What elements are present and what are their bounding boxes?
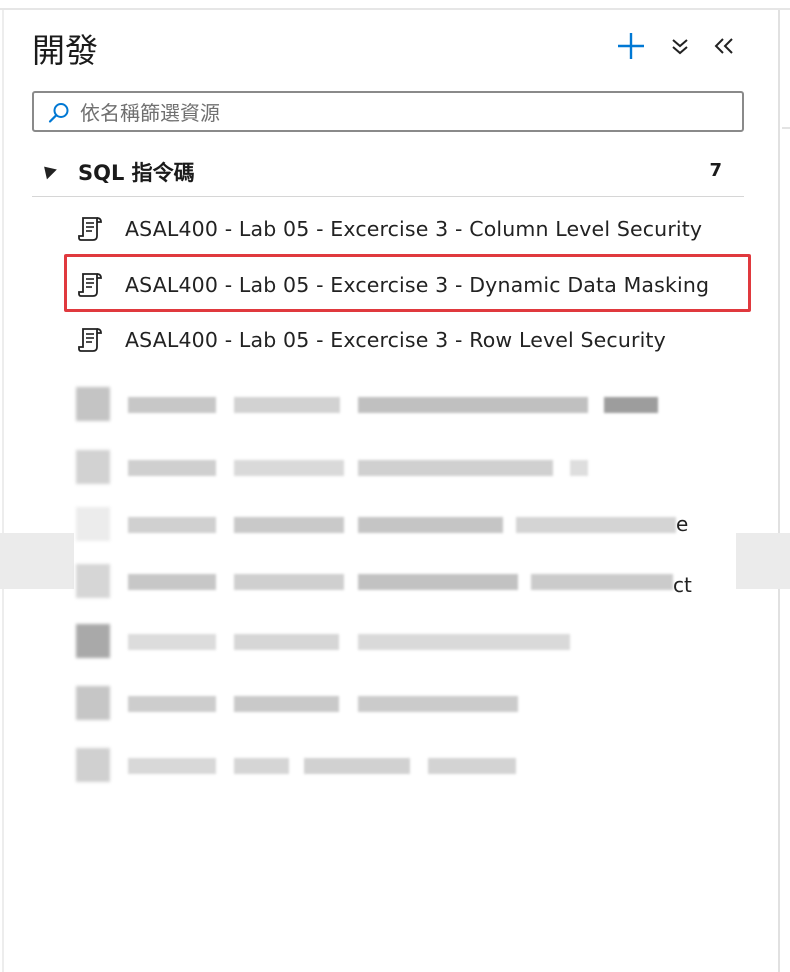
obscured-item[interactable] <box>76 446 716 490</box>
caret-expanded-icon[interactable] <box>39 161 57 180</box>
obscured-text <box>128 517 216 533</box>
obscured-text <box>128 758 216 774</box>
search-box[interactable] <box>32 91 744 132</box>
scroll-band-right <box>736 533 790 589</box>
script-item-column-level-security[interactable]: ASAL400 - Lab 05 - Excercise 3 - Column … <box>70 205 750 253</box>
obscured-text <box>358 634 570 650</box>
obscured-text <box>128 696 216 712</box>
editor-edge-line <box>782 127 790 129</box>
obscured-text <box>358 397 588 413</box>
left-border <box>2 10 4 972</box>
obscured-text <box>304 758 410 774</box>
script-item-row-level-security[interactable]: ASAL400 - Lab 05 - Excercise 3 - Row Lev… <box>70 316 750 364</box>
sql-scripts-group-header[interactable]: SQL 指令碼 7 <box>32 150 744 194</box>
obscured-icon <box>76 507 110 541</box>
script-item-label: ASAL400 - Lab 05 - Excercise 3 - Dynamic… <box>125 273 710 297</box>
obscured-item[interactable] <box>76 682 716 726</box>
group-label: SQL 指令碼 <box>78 161 195 185</box>
obscured-text <box>128 460 216 476</box>
obscured-icon <box>76 450 110 484</box>
obscured-icon <box>76 624 110 658</box>
obscured-item-trailing-text: e <box>676 512 689 536</box>
search-input[interactable] <box>78 95 732 130</box>
add-resource-button[interactable] <box>613 28 649 64</box>
obscured-text <box>604 397 658 413</box>
obscured-text <box>358 460 553 476</box>
expand-all-button[interactable] <box>662 28 698 64</box>
obscured-item[interactable] <box>76 620 716 664</box>
obscured-text <box>358 574 518 590</box>
obscured-icon <box>76 564 110 598</box>
obscured-text <box>570 460 588 476</box>
obscured-text <box>358 517 503 533</box>
collapse-panel-button[interactable] <box>706 28 742 64</box>
obscured-text <box>428 758 516 774</box>
search-icon <box>48 103 69 123</box>
obscured-item[interactable] <box>76 383 716 427</box>
obscured-text <box>234 460 344 476</box>
obscured-text <box>234 397 340 413</box>
obscured-text <box>128 634 216 650</box>
script-item-label: ASAL400 - Lab 05 - Excercise 3 - Column … <box>125 217 703 241</box>
obscured-item[interactable]: ct <box>76 560 716 604</box>
obscured-text <box>531 574 673 590</box>
chevron-double-left-icon <box>714 38 733 54</box>
obscured-icon <box>76 748 110 782</box>
sql-script-icon <box>78 328 102 352</box>
sql-script-icon <box>78 217 102 241</box>
page-title: 開發 <box>32 31 98 70</box>
obscured-item[interactable]: e <box>76 503 716 547</box>
scroll-band-left <box>0 533 74 589</box>
obscured-icon <box>76 686 110 720</box>
panel-divider[interactable] <box>778 10 780 972</box>
group-divider <box>32 196 744 197</box>
obscured-text <box>128 397 216 413</box>
script-item-label: ASAL400 - Lab 05 - Excercise 3 - Row Lev… <box>125 328 666 352</box>
obscured-text <box>234 696 339 712</box>
plus-icon <box>618 33 644 59</box>
script-item-dynamic-data-masking[interactable]: ASAL400 - Lab 05 - Excercise 3 - Dynamic… <box>70 261 750 309</box>
obscured-text <box>234 758 289 774</box>
obscured-text <box>358 696 518 712</box>
obscured-text <box>234 517 344 533</box>
obscured-item[interactable] <box>76 744 716 788</box>
obscured-text <box>234 574 344 590</box>
obscured-item-trailing-text: ct <box>673 573 692 597</box>
chevron-double-down-icon <box>672 39 688 55</box>
obscured-icon <box>76 387 110 421</box>
obscured-text <box>234 634 339 650</box>
sql-script-icon <box>78 273 102 297</box>
obscured-text <box>516 517 676 533</box>
top-border <box>0 8 790 10</box>
obscured-text <box>128 574 216 590</box>
group-count-badge: 7 <box>709 160 722 181</box>
